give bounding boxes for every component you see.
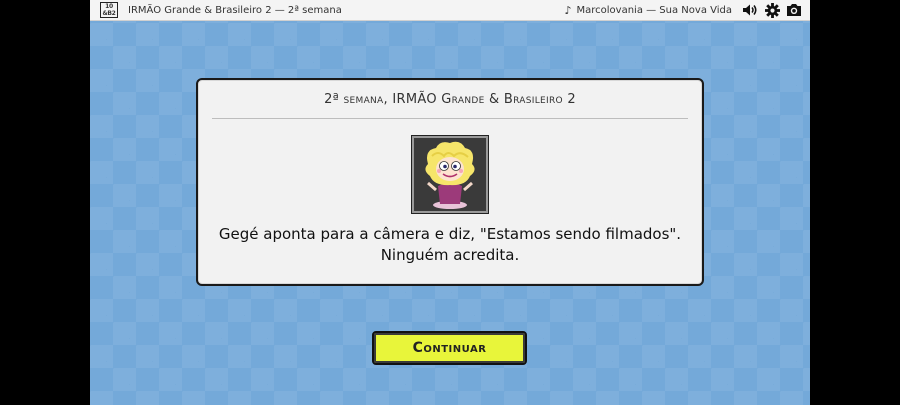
top-bar: 10 &B2 IRMÃO Grande & Brasileiro 2 — 2ª … [90,0,810,21]
continue-button[interactable]: Continuar [372,331,527,365]
game-screen: 10 &B2 IRMÃO Grande & Brasileiro 2 — 2ª … [90,0,810,405]
music-track: Marcolovania — Sua Nova Vida [576,4,733,16]
dialog-title: 2ª semana, IRMÃO Grande & Brasileiro 2 [324,92,576,107]
dialog-message-line-2: Ninguém acredita. [380,246,520,264]
game-logo: 10 &B2 [100,2,118,18]
character-portrait [412,136,488,213]
game-title: IRMÃO Grande & Brasileiro 2 — 2ª semana [128,4,342,16]
now-playing: ♪ Marcolovania — Sua Nova Vida [564,4,732,17]
logo-line-2: &B2 [102,10,116,17]
dialog-message-line-1: Gegé aponta para a câmera e diz, "Estamo… [218,225,682,243]
gear-icon[interactable] [764,2,780,18]
dialog-divider [212,118,688,119]
camera-icon[interactable] [786,2,802,18]
dialog-message: Gegé aponta para a câmera e diz, "Estamo… [208,224,692,266]
logo-line-1: 10 [105,3,113,10]
event-dialog: 2ª semana, IRMÃO Grande & Brasileiro 2 G… [196,78,704,286]
music-note-icon: ♪ [564,3,572,17]
volume-icon[interactable] [742,2,758,18]
